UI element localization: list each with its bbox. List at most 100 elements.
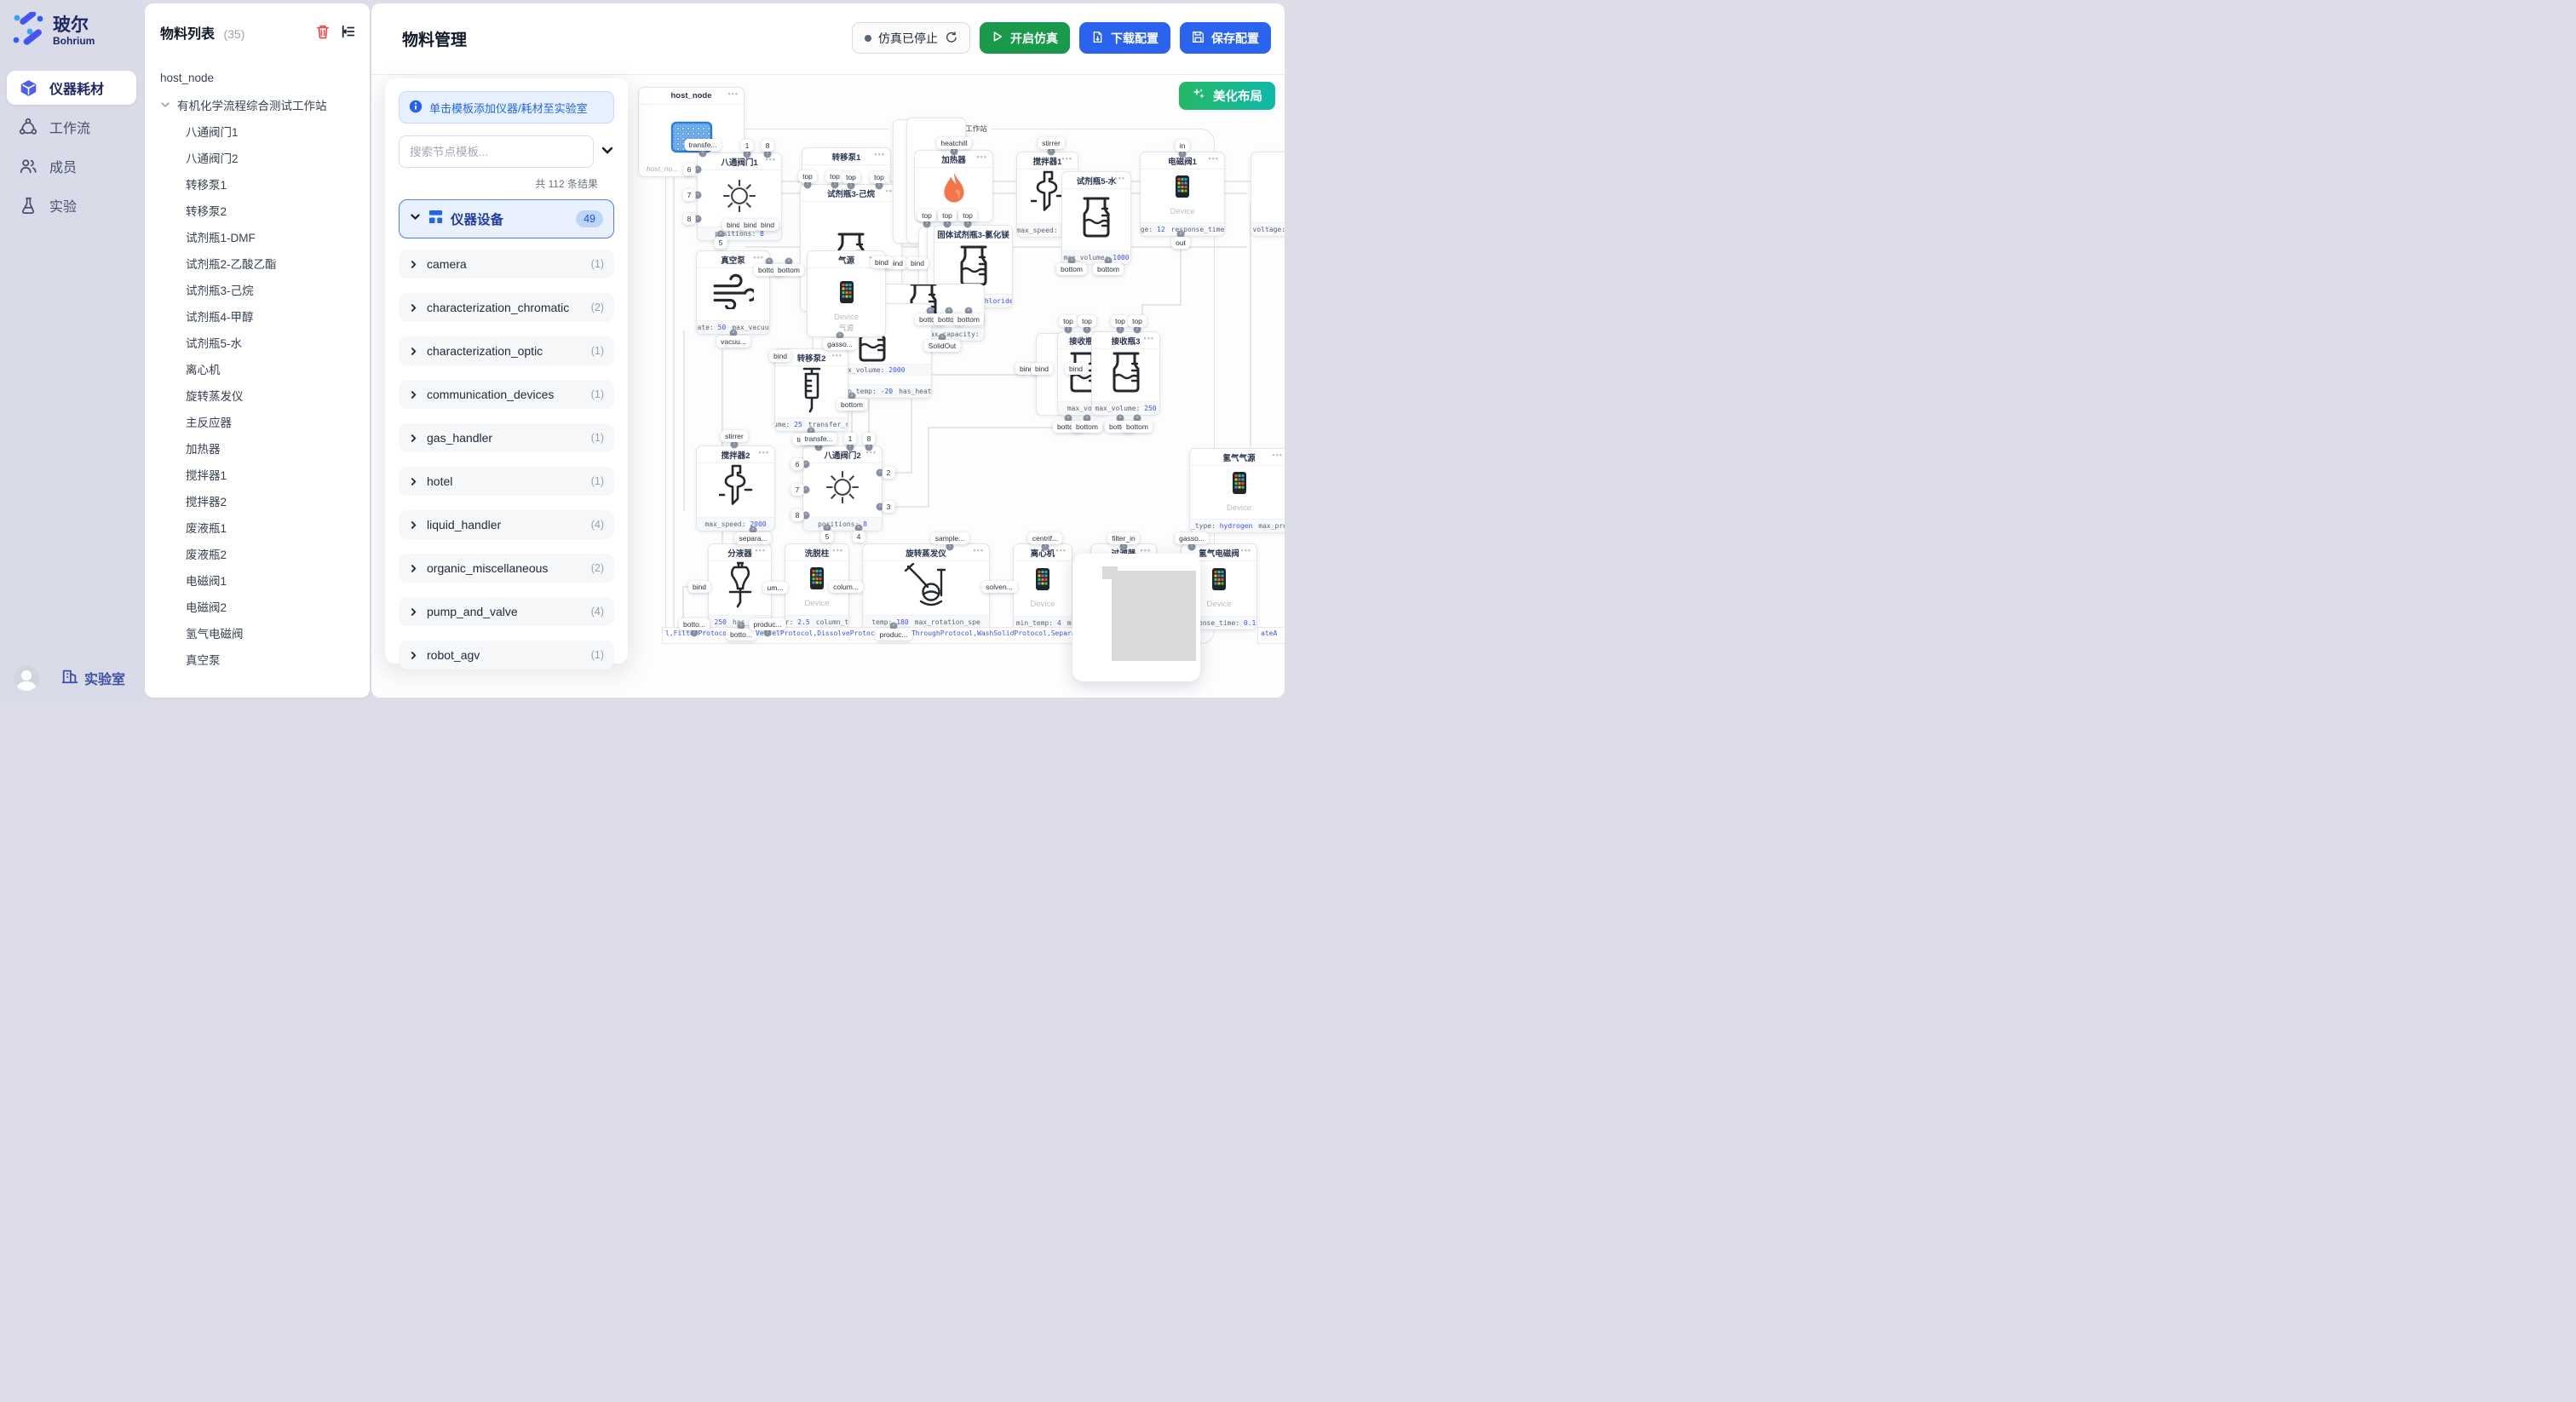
tree-item[interactable]: 主反应器 <box>145 408 370 434</box>
node-旋转蒸发仪[interactable]: 旋转蒸发仪•••temp: 180max_rotation_spe <box>862 543 990 629</box>
node-menu-icon[interactable]: ••• <box>1115 174 1125 182</box>
node-menu-icon[interactable]: ••• <box>977 152 987 161</box>
category-communication_devices[interactable]: communication_devices(1) <box>399 380 614 409</box>
tree-item[interactable]: 氢气电磁阀 <box>145 619 370 646</box>
node-搅拌器2[interactable]: 搅拌器2•••max_speed: 2000 <box>696 445 775 531</box>
tree-item-group[interactable]: 有机化学流程综合测试工作站 <box>145 91 370 118</box>
minimap[interactable] <box>1072 554 1200 681</box>
chevron-down-icon[interactable] <box>601 143 614 161</box>
port-label: top <box>798 170 817 182</box>
node-离心机[interactable]: 离心机•••Devicep: 40min_temp: 4max_spe <box>1013 543 1072 630</box>
tree-item[interactable]: 真空泵 <box>145 646 370 672</box>
node-氢气气源[interactable]: 氢气气源•••Device_type: hydrogenmax_pre <box>1189 448 1285 533</box>
node-title: 搅拌器2••• <box>697 446 774 463</box>
node-menu-icon[interactable]: ••• <box>759 448 769 457</box>
port-label: top <box>842 171 860 183</box>
node-menu-icon[interactable]: ••• <box>1209 154 1219 163</box>
tree-item[interactable]: 八通阀门1 <box>145 118 370 144</box>
tree-item[interactable]: 搅拌器2 <box>145 487 370 514</box>
node-menu-icon[interactable]: ••• <box>832 351 842 359</box>
node-menu-icon[interactable]: ••• <box>1056 546 1067 554</box>
category-hotel[interactable]: hotel(1) <box>399 467 614 496</box>
sidebar-item-成员[interactable]: 成员 <box>7 149 136 183</box>
tree-item[interactable]: 加热器 <box>145 434 370 461</box>
node-body <box>698 170 781 225</box>
node-menu-icon[interactable]: ••• <box>974 546 984 554</box>
node-试剂瓶5-水[interactable]: 试剂瓶5-水•••max_volume: 1000 <box>1061 171 1131 265</box>
node-menu-icon[interactable]: ••• <box>1273 451 1283 459</box>
chevron-down-icon[interactable] <box>160 100 170 110</box>
tree-item[interactable]: 搅拌器1 <box>145 461 370 487</box>
category-robot_agv[interactable]: robot_agv(1) <box>399 641 614 669</box>
node-menu-icon[interactable]: ••• <box>1062 154 1072 163</box>
avatar[interactable] <box>14 665 39 691</box>
materials-count: (35) <box>223 27 244 41</box>
collapse-tree-icon[interactable] <box>341 24 356 39</box>
search-input[interactable] <box>399 135 594 168</box>
port-label: botto... <box>726 629 756 641</box>
category-gas_handler[interactable]: gas_handler(1) <box>399 423 614 452</box>
sidebar-item-仪器耗材[interactable]: 仪器耗材 <box>7 71 136 105</box>
category-list: camera(1)characterization_chromatic(2)ch… <box>399 250 614 669</box>
tree-item[interactable]: 试剂瓶3-己烷 <box>145 276 370 302</box>
node-menu-icon[interactable]: ••• <box>728 89 739 98</box>
start-simulation-button[interactable]: 开启仿真 <box>980 22 1070 54</box>
category-group-equipment[interactable]: 仪器设备 49 <box>399 199 614 238</box>
sidebar-item-lab[interactable]: 实验室 <box>61 668 125 689</box>
node-八通阀门2[interactable]: 八通阀门2•••positions: 8 <box>802 445 883 531</box>
port-label: centrif... <box>1028 532 1062 544</box>
node-menu-icon[interactable]: ••• <box>833 546 843 554</box>
tree-item[interactable]: 试剂瓶1-DMF <box>145 223 370 250</box>
wind-icon <box>713 273 754 313</box>
tree-item[interactable]: 废液瓶1 <box>145 514 370 540</box>
category-camera[interactable]: camera(1) <box>399 250 614 279</box>
chevron-right-icon <box>409 303 418 313</box>
node-真空泵[interactable]: 真空泵•••pump_rate: 50max_vacuum: 0.1 <box>696 250 770 335</box>
tree-item[interactable]: 离心机 <box>145 355 370 382</box>
chevron-right-icon <box>409 607 418 617</box>
category-label: characterization_chromatic <box>427 301 583 314</box>
tree-item[interactable]: 转移泵2 <box>145 197 370 223</box>
tree-item[interactable]: 试剂瓶5-水 <box>145 329 370 355</box>
download-config-button[interactable]: 下载配置 <box>1079 22 1170 54</box>
node-menu-icon[interactable]: ••• <box>875 150 885 158</box>
tree-item[interactable]: 试剂瓶2-乙酸乙酯 <box>145 250 370 276</box>
tree-item[interactable]: 电磁阀2 <box>145 593 370 619</box>
tree-item-root[interactable]: host_node <box>145 65 370 91</box>
tree-item[interactable]: 试剂瓶4-甲醇 <box>145 302 370 329</box>
port-label: top <box>1111 315 1130 327</box>
node-menu-icon[interactable]: ••• <box>756 546 766 554</box>
device-icon <box>1232 471 1247 499</box>
node-menu-icon[interactable]: ••• <box>1241 546 1251 554</box>
materials-tree: host_node有机化学流程综合测试工作站八通阀门1八通阀门2转移泵1转移泵2… <box>145 65 370 672</box>
category-characterization_optic[interactable]: characterization_optic(1) <box>399 336 614 365</box>
play-icon <box>992 31 1003 45</box>
tree-item[interactable]: 八通阀门2 <box>145 144 370 170</box>
sidebar-item-工作流[interactable]: 工作流 <box>7 110 136 144</box>
tree-item[interactable]: 旋转蒸发仪 <box>145 382 370 408</box>
category-organic_miscellaneous[interactable]: organic_miscellaneous(2) <box>399 554 614 583</box>
beautify-layout-button[interactable]: 美化布局 <box>1179 82 1275 110</box>
node-menu-icon[interactable]: ••• <box>997 227 1007 236</box>
node-接收瓶3[interactable]: 接收瓶3•••max_volume: 250 <box>1091 331 1160 416</box>
port-label: top <box>1059 315 1078 327</box>
category-characterization_chromatic[interactable]: characterization_chromatic(2) <box>399 293 614 322</box>
node-menu-icon[interactable]: ••• <box>754 253 764 261</box>
node-电磁阀1[interactable]: 电磁阀1•••Devicevoltage: 12response_time: 0… <box>1140 152 1225 237</box>
category-pump_and_valve[interactable]: pump_and_valve(4) <box>399 597 614 626</box>
sidebar-item-实验[interactable]: 实验 <box>7 188 136 222</box>
tree-item[interactable]: 废液瓶2 <box>145 540 370 566</box>
port-label: 6 <box>683 164 696 175</box>
node-menu-icon[interactable]: ••• <box>1144 334 1154 342</box>
node-hidden[interactable]: voltage: 12 <box>1251 152 1285 237</box>
save-config-button[interactable]: 保存配置 <box>1180 22 1271 54</box>
funnel-icon <box>722 561 758 613</box>
trash-icon[interactable] <box>315 24 331 39</box>
refresh-icon[interactable] <box>945 31 957 46</box>
simulation-status-badge[interactable]: 仿真已停止 <box>852 22 970 54</box>
port-label: top <box>1128 315 1147 327</box>
tree-item[interactable]: 电磁阀1 <box>145 566 370 593</box>
category-liquid_handler[interactable]: liquid_handler(4) <box>399 510 614 539</box>
tree-item[interactable]: 转移泵1 <box>145 170 370 197</box>
save-icon <box>1192 31 1205 46</box>
